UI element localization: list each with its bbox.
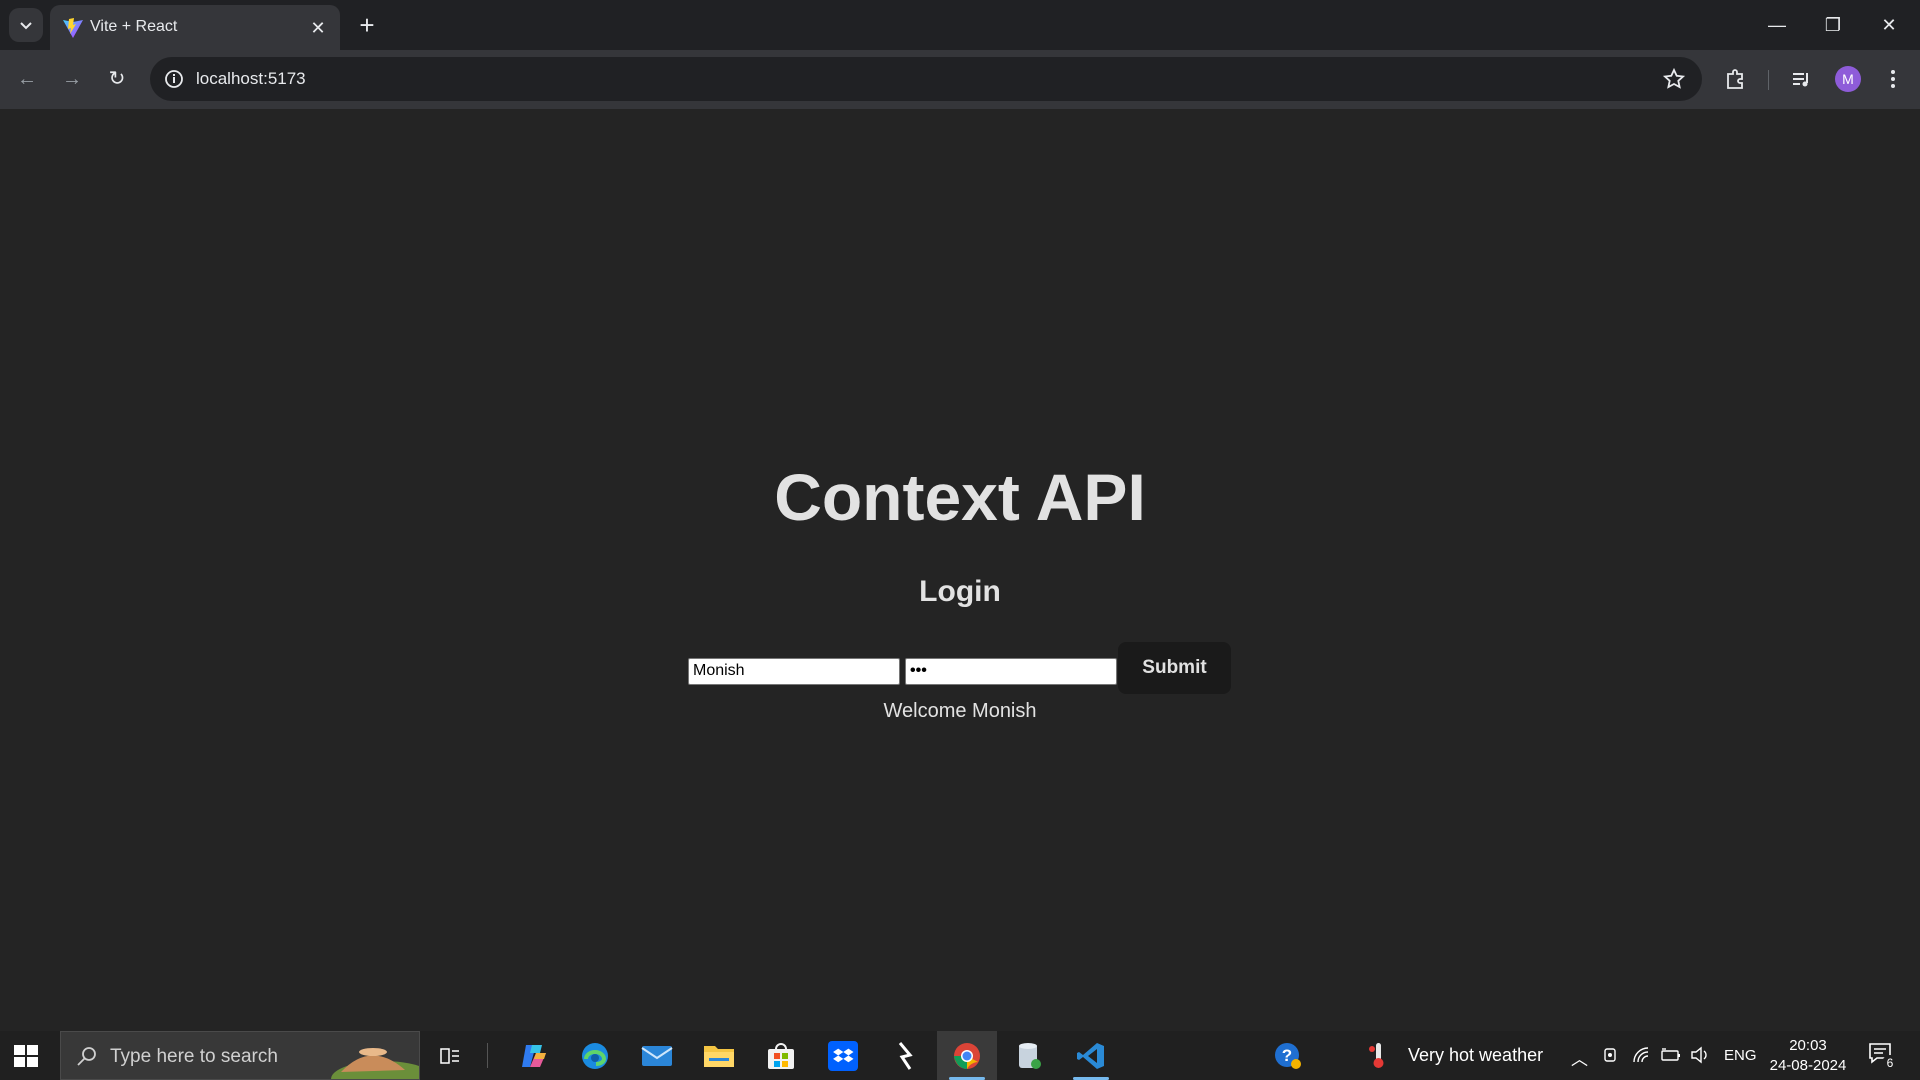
bookmark-star-icon[interactable] xyxy=(1662,67,1686,91)
tab-strip: Vite + React ✕ + — ❐ ✕ xyxy=(0,0,1920,51)
taskbar-app-chrome[interactable] xyxy=(937,1031,997,1080)
taskbar-app-dropbox[interactable] xyxy=(813,1031,873,1080)
taskbar-app-mail[interactable] xyxy=(627,1031,687,1080)
task-view-button[interactable] xyxy=(420,1031,480,1080)
notification-count-badge: 6 xyxy=(1882,1055,1898,1071)
reload-button[interactable]: ↻ xyxy=(100,62,134,96)
search-placeholder: Type here to search xyxy=(110,1046,278,1067)
clock-date: 24-08-2024 xyxy=(1769,1057,1847,1074)
database-icon xyxy=(1019,1042,1041,1069)
folder-icon xyxy=(704,1045,734,1067)
chevron-down-icon xyxy=(20,22,32,30)
weather-text[interactable]: Very hot weather xyxy=(1408,1045,1543,1066)
clock[interactable]: 20:03 24-08-2024 xyxy=(1768,1036,1848,1076)
address-bar[interactable]: localhost:5173 xyxy=(150,57,1702,101)
taskbar-app-edge[interactable] xyxy=(565,1031,625,1080)
page-content: Context API Login Monish ••• Submit Welc… xyxy=(0,109,1920,1031)
close-tab-icon[interactable]: ✕ xyxy=(308,18,328,38)
password-input[interactable]: ••• xyxy=(905,658,1117,685)
url-text[interactable]: localhost:5173 xyxy=(196,69,306,89)
toolbar-divider xyxy=(1768,70,1769,90)
vscode-icon xyxy=(1077,1042,1104,1069)
vite-logo-icon xyxy=(63,18,83,38)
taskbar-search-box[interactable]: Type here to search xyxy=(60,1031,420,1080)
taskbar: Type here to search ? Very hot weather ︿… xyxy=(0,1031,1920,1080)
notification-center-button[interactable]: 6 xyxy=(1868,1041,1898,1071)
battery-icon[interactable] xyxy=(1660,1046,1682,1064)
windows-start-icon[interactable] xyxy=(12,1042,40,1070)
welcome-message: Welcome Monish xyxy=(883,700,1037,722)
browser-toolbar: ← → ↻ localhost:5173 xyxy=(0,50,1920,109)
page-title: Context API xyxy=(774,460,1146,534)
username-input[interactable]: Monish xyxy=(688,658,900,685)
lightning-app-icon xyxy=(898,1041,913,1070)
chrome-icon xyxy=(954,1042,980,1069)
svg-text:?: ? xyxy=(1282,1046,1292,1065)
tab-title: Vite + React xyxy=(90,18,178,35)
search-icon xyxy=(77,1047,96,1066)
profile-avatar[interactable]: M xyxy=(1835,66,1861,92)
mail-icon xyxy=(641,1045,673,1066)
back-button[interactable]: ← xyxy=(10,62,44,96)
restore-button[interactable]: ❐ xyxy=(1810,8,1856,42)
edge-icon xyxy=(582,1042,608,1069)
taskbar-app-unknown[interactable] xyxy=(875,1031,935,1080)
help-tips-button[interactable]: ? xyxy=(1258,1031,1318,1080)
tab-active[interactable]: Vite + React ✕ xyxy=(50,5,340,51)
forward-button[interactable]: → xyxy=(55,62,89,96)
taskbar-divider xyxy=(487,1043,488,1068)
new-tab-button[interactable]: + xyxy=(352,10,382,40)
meet-now-icon[interactable] xyxy=(1602,1046,1620,1064)
login-heading: Login xyxy=(919,575,1001,608)
taskbar-app-database[interactable] xyxy=(999,1031,1059,1080)
search-highlight-image xyxy=(331,1048,419,1079)
help-icon: ? xyxy=(1275,1042,1301,1069)
taskbar-app-vscode[interactable] xyxy=(1061,1031,1121,1080)
site-info-icon[interactable] xyxy=(162,67,186,91)
dropbox-icon xyxy=(828,1040,858,1071)
show-hidden-icons-icon[interactable]: ︿ xyxy=(1571,1045,1588,1070)
store-icon xyxy=(768,1042,794,1069)
close-window-button[interactable]: ✕ xyxy=(1866,8,1912,42)
media-controls-icon[interactable] xyxy=(1784,62,1818,96)
minimize-button[interactable]: — xyxy=(1754,8,1800,42)
task-view-icon xyxy=(440,1047,459,1064)
taskbar-app-store[interactable] xyxy=(751,1031,811,1080)
browser-menu-icon[interactable] xyxy=(1876,62,1910,96)
clock-time: 20:03 xyxy=(1789,1037,1827,1054)
thermometer-icon xyxy=(1369,1043,1384,1068)
language-indicator[interactable]: ENG xyxy=(1724,1047,1757,1064)
browser-chrome: Vite + React ✕ + — ❐ ✕ ← → ↻ localhost:5… xyxy=(0,0,1920,109)
extensions-icon[interactable] xyxy=(1718,62,1752,96)
copilot-icon xyxy=(522,1044,546,1067)
volume-icon[interactable] xyxy=(1690,1046,1710,1064)
wifi-icon[interactable] xyxy=(1632,1046,1650,1064)
taskbar-app-copilot[interactable] xyxy=(503,1031,563,1080)
tab-search-button[interactable] xyxy=(9,8,43,42)
taskbar-app-file-explorer[interactable] xyxy=(689,1031,749,1080)
submit-button[interactable]: Submit xyxy=(1118,642,1231,694)
